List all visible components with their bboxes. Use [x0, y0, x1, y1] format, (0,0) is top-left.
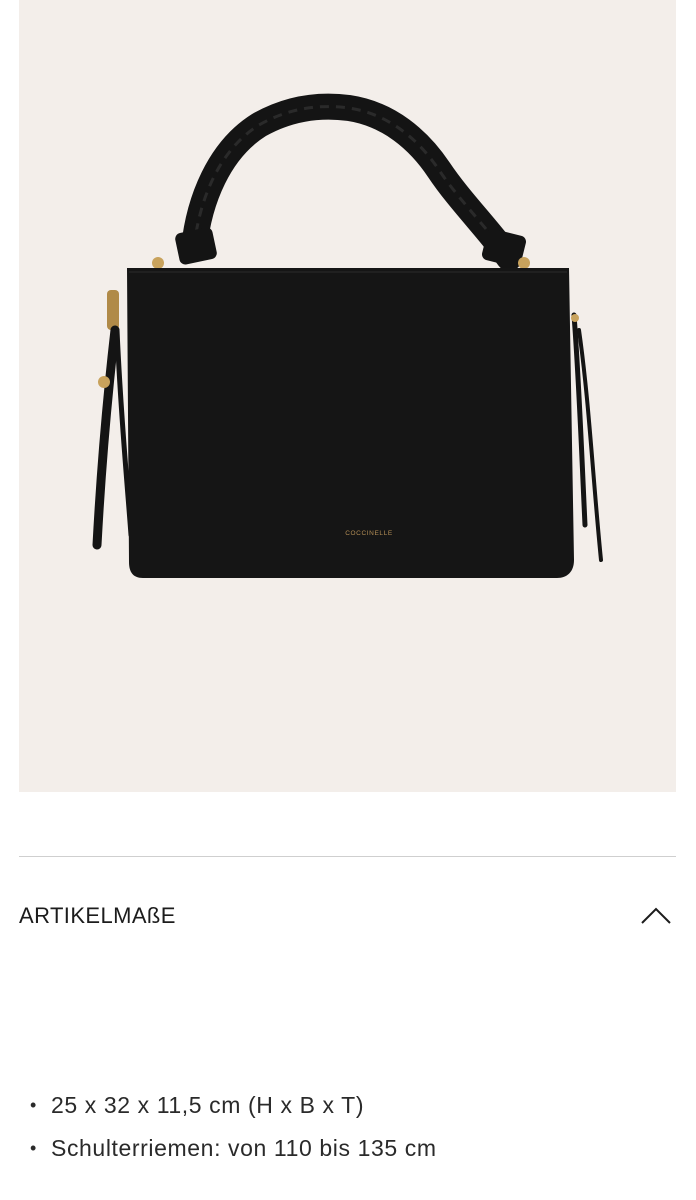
brand-logo: COCCINELLE: [345, 530, 393, 537]
list-item: 25 x 32 x 11,5 cm (H x B x T): [30, 1086, 437, 1129]
handbag-illustration: [92, 93, 603, 578]
chevron-up-icon[interactable]: [640, 904, 672, 928]
accordion-header-artikelmasse[interactable]: ARTIKELMAßE: [19, 880, 676, 954]
section-divider: [19, 856, 676, 857]
product-image[interactable]: COCCINELLE: [19, 0, 676, 792]
accordion-title: ARTIKELMAßE: [19, 903, 176, 928]
dimensions-list: 25 x 32 x 11,5 cm (H x B x T) Schulterri…: [30, 1086, 437, 1172]
list-item: Schulterriemen: von 110 bis 135 cm: [30, 1129, 437, 1172]
